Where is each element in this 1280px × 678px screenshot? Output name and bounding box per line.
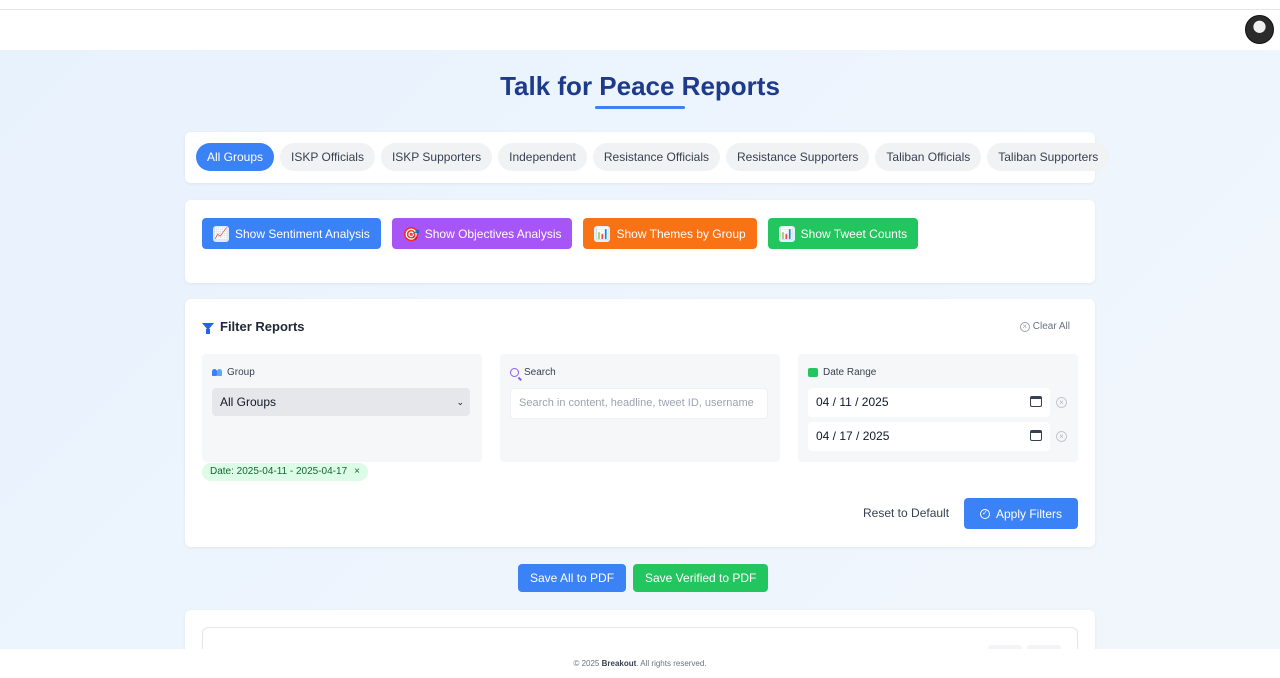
check-circle-icon: ✓ — [979, 508, 990, 519]
clear-all-button[interactable]: × Clear All — [1019, 321, 1070, 332]
clear-all-label: Clear All — [1032, 321, 1070, 332]
calendar-picker-icon[interactable] — [1030, 396, 1042, 407]
tab-all-groups[interactable]: All Groups — [196, 143, 275, 171]
page-title: Talk for Peace Reports — [500, 71, 780, 101]
chart-increasing-icon: 📈 — [213, 225, 229, 242]
start-date-value: 04 / 11 / 2025 — [816, 395, 889, 409]
group-filter-panel: Group All Groups ⌄ — [202, 354, 482, 462]
date-range-panel: Date Range 04 / 11 / 2025 × 04 / 17 / 20… — [798, 354, 1078, 462]
sentiment-button-label: Show Sentiment Analysis — [235, 226, 370, 241]
group-tabs: All Groups ISKP Officials ISKP Supporter… — [196, 143, 1110, 171]
active-filter-chip: Date: 2025-04-11 - 2025-04-17 × — [202, 463, 368, 481]
close-circle-icon: × — [1019, 321, 1030, 332]
show-tweet-counts-button[interactable]: 📊 Show Tweet Counts — [767, 218, 919, 249]
active-filter-chip-label: Date: 2025-04-11 - 2025-04-17 — [210, 466, 348, 477]
clear-start-date-button[interactable]: × — [1056, 397, 1067, 408]
user-avatar[interactable] — [1245, 15, 1274, 44]
objectives-button-label: Show Objectives Analysis — [424, 226, 562, 241]
reset-to-default-button[interactable]: Reset to Default — [863, 506, 949, 520]
clear-end-date-button[interactable]: × — [1056, 431, 1067, 442]
group-label: Group — [212, 367, 255, 378]
tab-resistance-supporters[interactable]: Resistance Supporters — [726, 143, 870, 171]
save-all-to-pdf-button[interactable]: Save All to PDF — [518, 564, 627, 592]
tab-iskp-supporters[interactable]: ISKP Supporters — [380, 143, 493, 171]
title-underline — [595, 106, 685, 109]
tab-taliban-officials[interactable]: Taliban Officials — [875, 143, 982, 171]
show-sentiment-analysis-button[interactable]: 📈 Show Sentiment Analysis — [202, 218, 381, 249]
users-icon — [212, 368, 222, 377]
tab-iskp-officials[interactable]: ISKP Officials — [280, 143, 375, 171]
filter-icon — [202, 323, 214, 334]
bar-chart-icon: 📊 — [778, 225, 795, 242]
footer-rights: . All rights reserved. — [636, 659, 707, 668]
calendar-icon — [808, 368, 818, 377]
filter-title: Filter Reports — [202, 319, 305, 334]
tweet-counts-button-label: Show Tweet Counts — [800, 226, 908, 241]
tab-resistance-officials[interactable]: Resistance Officials — [592, 143, 721, 171]
analysis-card: 📈 Show Sentiment Analysis 🎯 Show Objecti… — [185, 200, 1095, 283]
report-item — [202, 627, 1078, 649]
footer: © 2025 Breakout. All rights reserved. — [0, 649, 1280, 678]
apply-filters-button[interactable]: ✓ Apply Filters — [964, 498, 1078, 529]
chevron-down-icon: ⌄ — [456, 397, 464, 407]
show-objectives-analysis-button[interactable]: 🎯 Show Objectives Analysis — [391, 218, 573, 249]
show-themes-by-group-button[interactable]: 📊 Show Themes by Group — [583, 218, 757, 249]
group-label-text: Group — [227, 367, 255, 378]
search-icon — [510, 368, 519, 377]
browser-top-strip — [0, 0, 1280, 10]
search-input[interactable]: Search in content, headline, tweet ID, u… — [510, 388, 768, 419]
calendar-picker-icon[interactable] — [1030, 430, 1042, 441]
results-card — [185, 610, 1095, 649]
search-label-text: Search — [524, 367, 556, 378]
apply-filters-label: Apply Filters — [995, 506, 1063, 521]
tab-taliban-supporters[interactable]: Taliban Supporters — [987, 143, 1110, 171]
tab-independent[interactable]: Independent — [498, 143, 587, 171]
date-range-label-text: Date Range — [823, 367, 877, 378]
footer-brand: Breakout — [601, 659, 637, 668]
main-content: Talk for Peace Reports All Groups ISKP O… — [0, 50, 1280, 649]
search-label: Search — [510, 367, 556, 378]
footer-copyright: © 2025 — [573, 659, 600, 668]
top-header — [0, 10, 1280, 50]
save-verified-to-pdf-button[interactable]: Save Verified to PDF — [633, 564, 769, 592]
filter-card: Filter Reports × Clear All Group All Gro… — [185, 299, 1095, 547]
end-date-input[interactable]: 04 / 17 / 2025 — [808, 422, 1050, 451]
group-select[interactable]: All Groups ⌄ — [212, 388, 470, 416]
search-placeholder: Search in content, headline, tweet ID, u… — [519, 397, 754, 409]
filter-title-text: Filter Reports — [220, 319, 305, 334]
target-icon: 🎯 — [402, 225, 421, 242]
end-date-value: 04 / 17 / 2025 — [816, 429, 890, 443]
start-date-input[interactable]: 04 / 11 / 2025 — [808, 388, 1050, 417]
date-range-label: Date Range — [808, 367, 876, 378]
group-select-value: All Groups — [220, 395, 277, 409]
bar-chart-icon: 📊 — [594, 225, 611, 242]
search-filter-panel: Search Search in content, headline, twee… — [500, 354, 780, 462]
analysis-buttons: 📈 Show Sentiment Analysis 🎯 Show Objecti… — [202, 218, 919, 249]
remove-filter-chip-button[interactable]: × — [354, 463, 360, 481]
themes-button-label: Show Themes by Group — [616, 226, 746, 241]
group-tabs-card: All Groups ISKP Officials ISKP Supporter… — [185, 132, 1110, 183]
